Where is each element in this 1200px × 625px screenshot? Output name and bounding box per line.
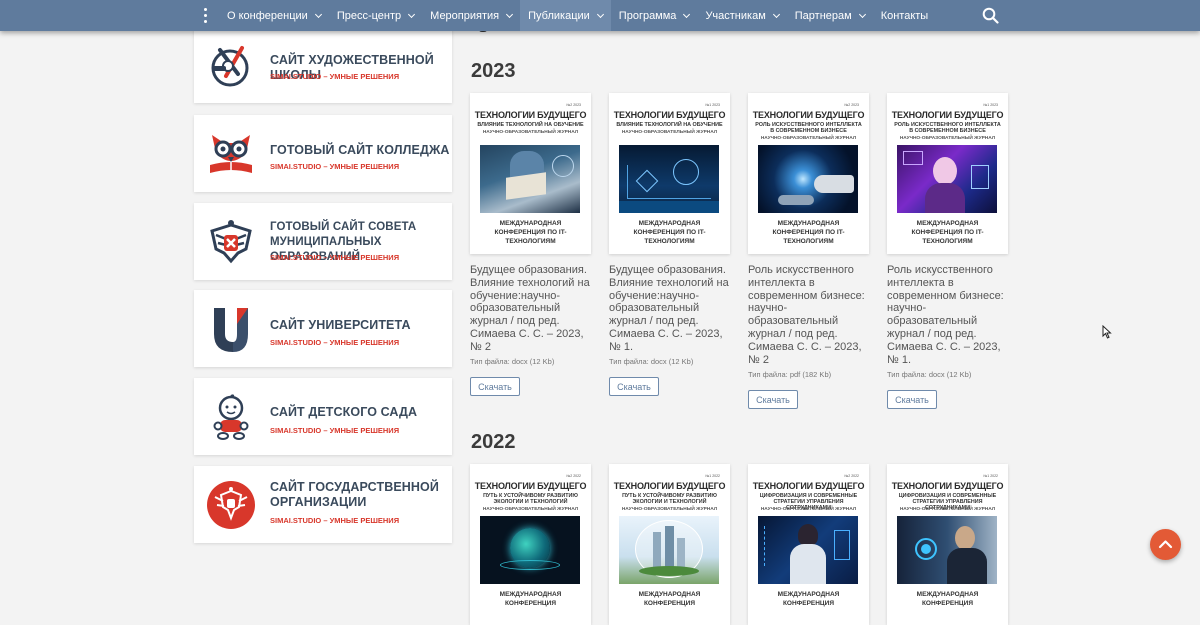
nav-item-events[interactable]: Мероприятия bbox=[422, 0, 520, 31]
promo-card-subtitle: SIMAI.STUDIO – УМНЫЕ РЕШЕНИЯ bbox=[270, 426, 400, 435]
promo-card-title: САЙТ УНИВЕРСИТЕТА bbox=[270, 318, 411, 332]
chevron-down-icon bbox=[408, 10, 416, 18]
promo-card-subtitle: SIMAI.STUDIO – УМНЫЕ РЕШЕНИЯ bbox=[270, 516, 400, 525]
chevron-down-icon bbox=[772, 10, 780, 18]
publication-cover[interactable]: №2 2023 ТЕХНОЛОГИИ БУДУЩЕГО РОЛЬ ИСКУССТ… bbox=[748, 93, 869, 254]
publication-cover[interactable]: №2 2023 ТЕХНОЛОГИИ БУДУЩЕГО ВЛИЯНИЕ ТЕХН… bbox=[470, 93, 591, 254]
year-heading-2022: 2022 bbox=[471, 431, 516, 453]
promo-card-university[interactable]: САЙТ УНИВЕРСИТЕТА SIMAI.STUDIO – УМНЫЕ Р… bbox=[194, 290, 452, 367]
promo-card-title: САЙТ ГОСУДАРСТВЕННОЙ ОРГАНИЗАЦИИ bbox=[270, 480, 439, 509]
publication-cover[interactable]: №1 2023 ТЕХНОЛОГИИ БУДУЩЕГО ВЛИЯНИЕ ТЕХН… bbox=[609, 93, 730, 254]
file-type: Тип файла: pdf (182 Kb) bbox=[748, 370, 832, 379]
promo-card-college[interactable]: ГОТОВЫЙ САЙТ КОЛЛЕДЖА SIMAI.STUDIO – УМН… bbox=[194, 115, 452, 192]
cover-image bbox=[897, 516, 997, 584]
promo-card-title: САЙТ ДЕТСКОГО САДА bbox=[270, 405, 418, 419]
publication-title[interactable]: Роль искусственного интеллекта в совреме… bbox=[887, 264, 1009, 366]
year-heading-2023: 2023 bbox=[471, 60, 516, 82]
file-type: Тип файла: docx (12 Kb) bbox=[470, 357, 555, 366]
nav-item-contacts[interactable]: Контакты bbox=[873, 0, 937, 31]
nav-item-program[interactable]: Программа bbox=[611, 0, 698, 31]
mouse-cursor-icon bbox=[1102, 325, 1112, 339]
university-u-icon bbox=[214, 308, 248, 352]
promo-card-kindergarten[interactable]: САЙТ ДЕТСКОГО САДА SIMAI.STUDIO – УМНЫЕ … bbox=[194, 378, 452, 455]
chevron-down-icon bbox=[683, 10, 691, 18]
download-button[interactable]: Скачать bbox=[470, 377, 520, 396]
cover-image bbox=[619, 516, 719, 584]
cover-image bbox=[619, 145, 719, 213]
download-button[interactable]: Скачать bbox=[748, 390, 798, 409]
nav-item-about[interactable]: О конференции bbox=[219, 0, 329, 31]
search-icon[interactable] bbox=[982, 7, 999, 24]
publication-cover[interactable]: №2 2022 ТЕХНОЛОГИИ БУДУЩЕГО ЦИФРОВИЗАЦИЯ… bbox=[748, 464, 869, 625]
owl-college-icon bbox=[210, 135, 252, 173]
nav-item-press[interactable]: Пресс-центр bbox=[329, 0, 422, 31]
cover-image bbox=[480, 145, 580, 213]
scroll-to-top-button[interactable] bbox=[1150, 529, 1181, 560]
file-type: Тип файла: docx (12 Kb) bbox=[609, 357, 694, 366]
arrow-up-icon bbox=[1158, 540, 1173, 549]
cover-image bbox=[758, 145, 858, 213]
kindergarten-child-icon bbox=[213, 394, 249, 440]
kebab-menu-icon[interactable] bbox=[199, 8, 211, 23]
publication-title[interactable]: Будущее образования. Влияние технологий … bbox=[609, 264, 731, 354]
cover-image bbox=[480, 516, 580, 584]
nav-item-publications[interactable]: Публикации bbox=[520, 0, 611, 31]
top-navigation: О конференции Пресс-центр Мероприятия Пу… bbox=[0, 0, 1200, 31]
nav-item-participants[interactable]: Участникам bbox=[697, 0, 786, 31]
publication-cover[interactable]: №1 2022 ТЕХНОЛОГИИ БУДУЩЕГО ПУТЬ К УСТОЙ… bbox=[609, 464, 730, 625]
publication-cover[interactable]: №1 2022 ТЕХНОЛОГИИ БУДУЩЕГО ЦИФРОВИЗАЦИЯ… bbox=[887, 464, 1008, 625]
main-menu: О конференции Пресс-центр Мероприятия Пу… bbox=[219, 0, 936, 31]
eagle-emblem-icon bbox=[210, 220, 252, 264]
promo-card-title: ГОТОВЫЙ САЙТ КОЛЛЕДЖА bbox=[270, 143, 450, 157]
publication-title[interactable]: Будущее образования. Влияние технологий … bbox=[470, 264, 592, 354]
publication-cover[interactable]: №1 2023 ТЕХНОЛОГИИ БУДУЩЕГО РОЛЬ ИСКУССТ… bbox=[887, 93, 1008, 254]
chevron-down-icon bbox=[314, 10, 322, 18]
chevron-down-icon bbox=[506, 10, 514, 18]
publication-cover[interactable]: №2 2022 ТЕХНОЛОГИИ БУДУЩЕГО ПУТЬ К УСТОЙ… bbox=[470, 464, 591, 625]
promo-card-subtitle: SIMAI.STUDIO – УМНЫЕ РЕШЕНИЯ bbox=[270, 162, 400, 171]
promo-card-subtitle: SIMAI.STUDIO – УМНЫЕ РЕШЕНИЯ bbox=[270, 72, 400, 81]
art-school-icon bbox=[211, 46, 249, 87]
chevron-down-icon bbox=[858, 10, 866, 18]
cover-image bbox=[897, 145, 997, 213]
promo-card-subtitle: SIMAI.STUDIO – УМНЫЕ РЕШЕНИЯ bbox=[270, 253, 400, 262]
chevron-down-icon bbox=[596, 10, 604, 18]
promo-card-art-school[interactable]: САЙТ ХУДОЖЕСТВЕННОЙ ШКОЛЫ SIMAI.STUDIO –… bbox=[194, 26, 452, 103]
publication-title[interactable]: Роль искусственного интеллекта в совреме… bbox=[748, 264, 870, 366]
download-button[interactable]: Скачать bbox=[609, 377, 659, 396]
file-type: Тип файла: docx (12 Kb) bbox=[887, 370, 972, 379]
promo-card-subtitle: SIMAI.STUDIO – УМНЫЕ РЕШЕНИЯ bbox=[270, 338, 400, 347]
promo-card-state-org[interactable]: САЙТ ГОСУДАРСТВЕННОЙ ОРГАНИЗАЦИИ SIMAI.S… bbox=[194, 466, 452, 543]
download-button[interactable]: Скачать bbox=[887, 390, 937, 409]
promo-card-municipal[interactable]: ГОТОВЫЙ САЙТ СОВЕТА МУНИЦИПАЛЬНЫХ ОБРАЗО… bbox=[194, 203, 452, 280]
nav-item-partners[interactable]: Партнерам bbox=[787, 0, 873, 31]
cover-image bbox=[758, 516, 858, 584]
state-eagle-icon bbox=[207, 481, 255, 529]
